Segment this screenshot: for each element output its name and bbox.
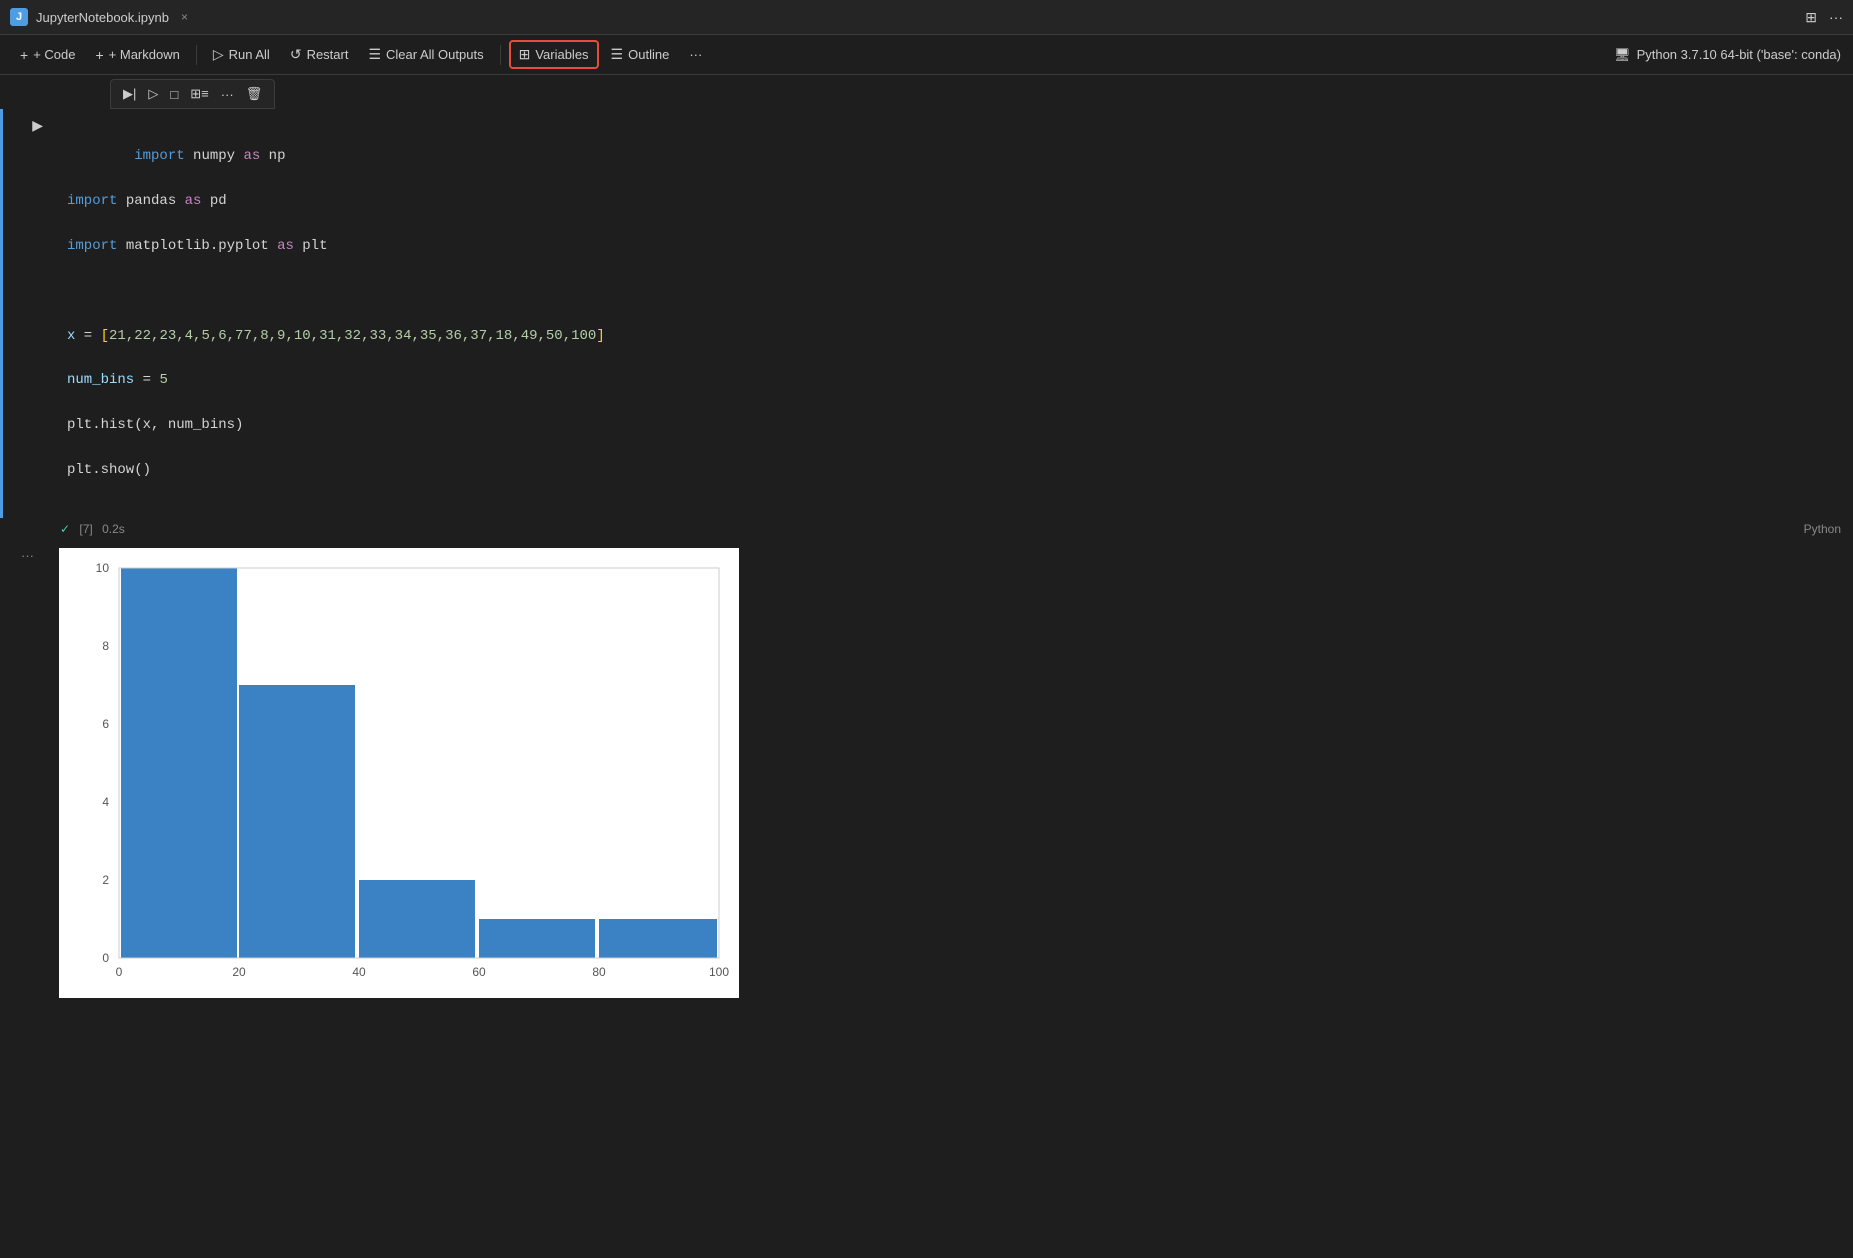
cell-gutter: ▶ — [0, 109, 55, 518]
svg-text:40: 40 — [352, 965, 366, 979]
app-icon: J — [10, 8, 28, 26]
run-next-button[interactable]: ▷ — [144, 84, 162, 104]
kernel-label[interactable]: Python 3.7.10 64-bit ('base': conda) — [1637, 47, 1841, 62]
code-block: import numpy as np import pandas as pd i… — [67, 117, 1841, 510]
run-cell-button[interactable]: ▶| — [119, 84, 140, 104]
cell-toolbar: ▶| ▷ □ ⊞≡ ··· 🗑 — [110, 79, 275, 109]
execution-info: ✓ [7] 0.2s Python — [0, 518, 1853, 540]
bar-1 — [121, 568, 237, 958]
run-all-button[interactable]: ▷ Run All — [205, 42, 278, 67]
svg-text:0: 0 — [116, 965, 123, 979]
add-markdown-label: + Markdown — [109, 47, 180, 62]
histogram-svg: 0 2 4 6 8 10 0 20 40 60 80 100 — [59, 548, 739, 998]
check-icon: ✓ — [60, 522, 70, 536]
add-code-label: + Code — [33, 47, 75, 62]
divider-1 — [196, 45, 197, 65]
bar-3 — [359, 880, 475, 958]
active-indicator — [0, 109, 3, 518]
variables-button[interactable]: ⊞ Variables — [509, 40, 599, 69]
delete-cell-button[interactable]: 🗑 — [242, 84, 267, 104]
variable-explorer-button[interactable]: ⊞≡ — [186, 84, 212, 104]
restart-label: Restart — [307, 47, 349, 62]
bar-5 — [599, 919, 717, 958]
kernel-icon: 🖥 — [1614, 47, 1631, 63]
histogram-chart: 0 2 4 6 8 10 0 20 40 60 80 100 — [59, 548, 739, 998]
clear-outputs-label: Clear All Outputs — [386, 47, 484, 62]
clear-icon: ☰ — [368, 46, 381, 63]
outline-icon: ☰ — [611, 46, 624, 63]
exec-number: [7] — [79, 522, 92, 536]
tab-name[interactable]: JupyterNotebook.ipynb — [36, 10, 169, 25]
plus-icon: + — [20, 47, 28, 63]
outline-button[interactable]: ☰ Outline — [603, 42, 678, 67]
run-all-icon: ▷ — [213, 46, 224, 63]
kernel-info: 🖥 Python 3.7.10 64-bit ('base': conda) — [1614, 47, 1841, 63]
add-code-button[interactable]: + + Code — [12, 43, 83, 67]
title-bar: J JupyterNotebook.ipynb × ⊞ ··· — [0, 0, 1853, 35]
svg-text:4: 4 — [102, 795, 109, 809]
svg-text:80: 80 — [592, 965, 606, 979]
bar-2 — [239, 685, 355, 958]
divider-2 — [500, 45, 501, 65]
exec-time: 0.2s — [102, 522, 125, 536]
bar-4 — [479, 919, 595, 958]
svg-text:2: 2 — [102, 873, 109, 887]
toolbar-more-label: ··· — [689, 47, 702, 62]
clear-outputs-button[interactable]: ☰ Clear All Outputs — [360, 42, 491, 67]
output-content: 0 2 4 6 8 10 0 20 40 60 80 100 — [55, 540, 1853, 1006]
cell-container: ▶| ▷ □ ⊞≡ ··· 🗑 ▶ import numpy as np imp… — [0, 75, 1853, 1006]
toolbar-more-button[interactable]: ··· — [681, 43, 710, 66]
code-cell: ▶ import numpy as np import pandas as pd… — [0, 109, 1853, 518]
variables-label: Variables — [535, 47, 588, 62]
main-toolbar: + + Code + + Markdown ▷ Run All ↺ Restar… — [0, 35, 1853, 75]
layout-button[interactable]: ⊞ — [1805, 9, 1817, 26]
outline-label: Outline — [628, 47, 669, 62]
cell-more-button[interactable]: ··· — [217, 85, 238, 104]
output-gutter[interactable]: ··· — [0, 540, 55, 1006]
stop-button[interactable]: □ — [166, 85, 182, 104]
more-button[interactable]: ··· — [1829, 9, 1843, 25]
exec-status: ✓ [7] 0.2s — [60, 522, 125, 536]
svg-text:100: 100 — [709, 965, 729, 979]
output-dots[interactable]: ··· — [21, 548, 34, 563]
run-icon[interactable]: ▶ — [28, 115, 47, 136]
restart-icon: ↺ — [290, 46, 302, 63]
svg-text:20: 20 — [232, 965, 246, 979]
exec-lang: Python — [1804, 522, 1841, 536]
plus-icon-md: + — [95, 47, 103, 63]
code-editor[interactable]: import numpy as np import pandas as pd i… — [55, 109, 1853, 518]
restart-button[interactable]: ↺ Restart — [282, 42, 357, 67]
output-cell: ··· — [0, 540, 1853, 1006]
tab-close-button[interactable]: × — [177, 8, 192, 26]
svg-text:60: 60 — [472, 965, 486, 979]
svg-text:6: 6 — [102, 717, 109, 731]
title-bar-right: ⊞ ··· — [1805, 9, 1843, 26]
run-all-label: Run All — [229, 47, 270, 62]
add-markdown-button[interactable]: + + Markdown — [87, 43, 187, 67]
svg-text:10: 10 — [96, 561, 110, 575]
svg-text:0: 0 — [102, 951, 109, 965]
svg-text:8: 8 — [102, 639, 109, 653]
variables-icon: ⊞ — [519, 46, 531, 63]
